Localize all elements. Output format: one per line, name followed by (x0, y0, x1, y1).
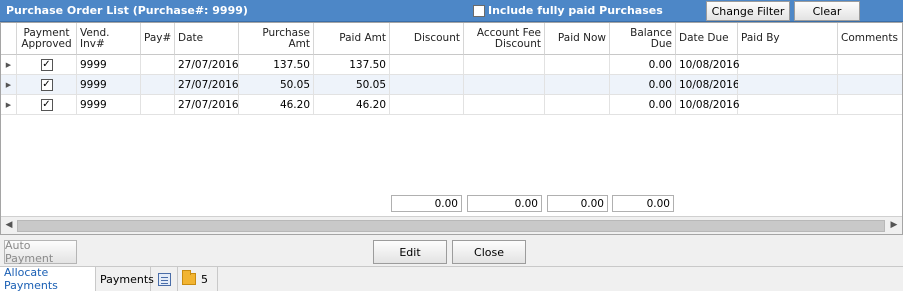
approved-checkbox[interactable]: ✓ (17, 55, 77, 75)
date-due-cell: 10/08/2016 (676, 55, 740, 75)
pay-cell (141, 55, 175, 75)
balance-due-cell: 0.00 (610, 55, 676, 75)
col-date[interactable]: Date (175, 23, 239, 55)
include-paid-checkbox[interactable] (473, 4, 485, 17)
edit-button[interactable]: Edit (373, 240, 447, 264)
include-paid-label: Include fully paid Purchases (488, 4, 663, 17)
pay-cell (141, 75, 175, 95)
expand-arrow-icon[interactable]: ▶ (1, 55, 17, 75)
auto-payment-button[interactable]: Auto Payment (4, 239, 77, 265)
date-cell: 27/07/2016 (175, 75, 239, 95)
discount-cell[interactable] (390, 95, 464, 115)
document-icon (157, 272, 171, 286)
expand-arrow-icon[interactable]: ▶ (1, 95, 17, 115)
vend-inv-cell: 9999 (77, 95, 141, 115)
purchase-amt-cell: 46.20 (239, 95, 314, 115)
col-purchase-amt[interactable]: Purchase Amt (239, 23, 314, 55)
balance-due-cell: 0.00 (610, 75, 676, 95)
scroll-left-icon[interactable]: ◀ (2, 219, 16, 232)
paid-now-cell[interactable] (545, 55, 610, 75)
change-filter-button[interactable]: Change Filter (706, 1, 790, 21)
comments-cell[interactable] (838, 55, 902, 75)
expand-arrow-icon[interactable]: ▶ (1, 75, 17, 95)
paid-now-cell[interactable] (545, 95, 610, 115)
col-discount[interactable]: Discount (390, 23, 464, 55)
col-payment-approved[interactable]: Payment Approved (17, 23, 77, 55)
paid-by-cell[interactable] (738, 75, 838, 95)
purchase-amt-cell: 50.05 (239, 75, 314, 95)
attachments-count: 5 (201, 272, 208, 286)
col-vend-inv[interactable]: Vend. Inv# (77, 23, 141, 55)
col-date-due[interactable]: Date Due (676, 23, 738, 55)
pay-cell (141, 95, 175, 115)
account-fee-discount-cell[interactable] (464, 95, 545, 115)
purchase-grid: Payment Approved Vend. Inv# Pay# Date Pu… (0, 22, 903, 235)
col-comments[interactable]: Comments (838, 23, 902, 55)
folder-icon (182, 270, 196, 285)
discount-cell[interactable] (390, 55, 464, 75)
vend-inv-cell: 9999 (77, 75, 141, 95)
tab-allocate-payments[interactable]: Allocate Payments (0, 266, 96, 291)
bottom-tab-bar: Allocate Payments Payments 5 (0, 266, 903, 291)
scroll-thumb[interactable] (17, 220, 885, 232)
scroll-right-icon[interactable]: ▶ (887, 219, 901, 232)
paid-amt-cell: 137.50 (314, 55, 390, 75)
date-cell: 27/07/2016 (175, 95, 239, 115)
comments-cell[interactable] (838, 75, 902, 95)
row-expander-header (1, 23, 17, 55)
page-title: Purchase Order List (Purchase#: 9999) (6, 4, 248, 17)
date-due-cell: 10/08/2016 (676, 95, 740, 115)
account-fee-discount-cell[interactable] (464, 55, 545, 75)
col-paid-now[interactable]: Paid Now (545, 23, 610, 55)
close-button[interactable]: Close (452, 240, 526, 264)
col-pay[interactable]: Pay# (141, 23, 175, 55)
tab-details[interactable] (151, 267, 178, 291)
tab-attachments[interactable]: 5 (178, 267, 218, 291)
approved-checkbox[interactable]: ✓ (17, 75, 77, 95)
tab-payments[interactable]: Payments (96, 267, 154, 291)
paid-now-cell[interactable] (545, 75, 610, 95)
col-paid-by[interactable]: Paid By (738, 23, 838, 55)
col-balance-due[interactable]: Balance Due (610, 23, 676, 55)
date-cell: 27/07/2016 (175, 55, 239, 75)
vend-inv-cell: 9999 (77, 55, 141, 75)
horizontal-scrollbar[interactable]: ◀ ▶ (1, 216, 902, 234)
include-paid-toggle[interactable]: Include fully paid Purchases (473, 4, 663, 17)
total-discount: 0.00 (391, 195, 462, 212)
approved-checkbox[interactable]: ✓ (17, 95, 77, 115)
paid-amt-cell: 50.05 (314, 75, 390, 95)
balance-due-cell: 0.00 (610, 95, 676, 115)
total-balance-due: 0.00 (612, 195, 674, 212)
paid-by-cell[interactable] (738, 95, 838, 115)
date-due-cell: 10/08/2016 (676, 75, 740, 95)
col-account-fee-discount[interactable]: Account Fee Discount (464, 23, 545, 55)
paid-amt-cell: 46.20 (314, 95, 390, 115)
comments-cell[interactable] (838, 95, 902, 115)
total-paid-now: 0.00 (547, 195, 608, 212)
purchase-amt-cell: 137.50 (239, 55, 314, 75)
account-fee-discount-cell[interactable] (464, 75, 545, 95)
total-account-fee-discount: 0.00 (467, 195, 542, 212)
col-paid-amt[interactable]: Paid Amt (314, 23, 390, 55)
paid-by-cell[interactable] (738, 55, 838, 75)
discount-cell[interactable] (390, 75, 464, 95)
clear-button[interactable]: Clear (794, 1, 860, 21)
